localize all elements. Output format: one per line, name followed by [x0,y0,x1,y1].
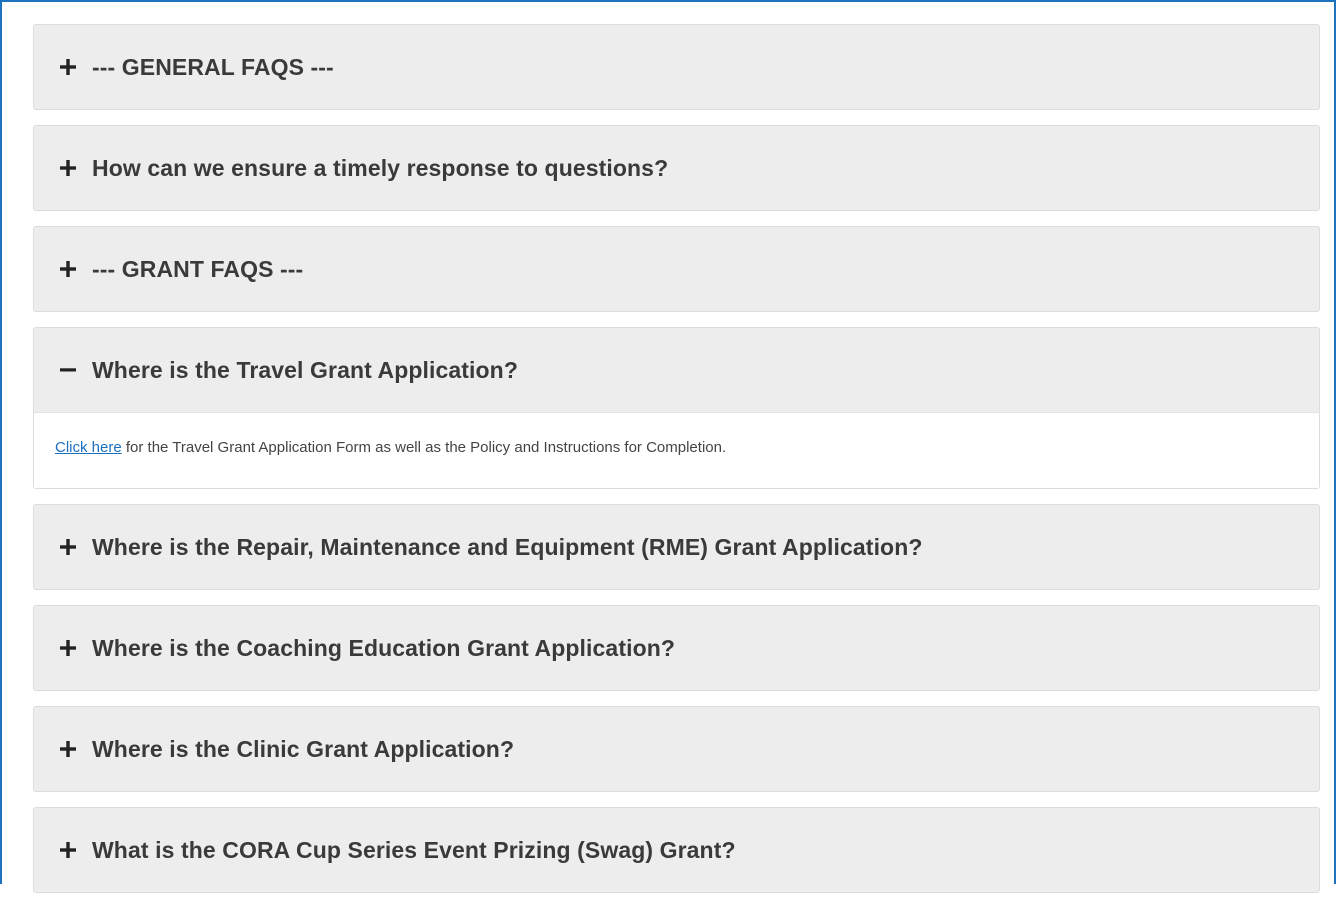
faq-answer: Click here for the Travel Grant Applicat… [34,412,1319,488]
faq-item-grant-faqs: --- GRANT FAQS --- [33,226,1320,312]
plus-icon [56,737,80,761]
faq-title: Where is the Repair, Maintenance and Equ… [92,533,923,560]
plus-icon [56,838,80,862]
faq-title: Where is the Travel Grant Application? [92,356,518,383]
faq-frame: --- GENERAL FAQS --- How can we ensure a… [0,0,1336,893]
faq-item-rme-grant: Where is the Repair, Maintenance and Equ… [33,504,1320,590]
faq-toggle-timely-response[interactable]: How can we ensure a timely response to q… [34,126,1319,210]
faq-accordion: --- GENERAL FAQS --- How can we ensure a… [33,24,1320,908]
faq-item-coaching-grant: Where is the Coaching Education Grant Ap… [33,605,1320,691]
faq-item-travel-grant: Where is the Travel Grant Application? C… [33,327,1320,489]
faq-item-general-faqs: --- GENERAL FAQS --- [33,24,1320,110]
faq-title: Where is the Clinic Grant Application? [92,735,515,762]
plus-icon [56,55,80,79]
faq-item-swag-grant: What is the CORA Cup Series Event Prizin… [33,807,1320,893]
faq-title: What is the CORA Cup Series Event Prizin… [92,836,736,863]
plus-icon [56,636,80,660]
faq-toggle-travel-grant[interactable]: Where is the Travel Grant Application? [34,328,1319,412]
faq-toggle-rme-grant[interactable]: Where is the Repair, Maintenance and Equ… [34,505,1319,589]
faq-title: How can we ensure a timely response to q… [92,154,669,181]
faq-toggle-swag-grant[interactable]: What is the CORA Cup Series Event Prizin… [34,808,1319,892]
faq-item-timely-response: How can we ensure a timely response to q… [33,125,1320,211]
plus-icon [56,535,80,559]
faq-item-clinic-grant: Where is the Clinic Grant Application? [33,706,1320,792]
faq-answer-text: for the Travel Grant Application Form as… [121,439,727,456]
faq-title: --- GENERAL FAQS --- [92,53,334,80]
minus-icon [56,358,80,382]
plus-icon [56,257,80,281]
faq-title: --- GRANT FAQS --- [92,255,304,282]
faq-toggle-grant-faqs[interactable]: --- GRANT FAQS --- [34,227,1319,311]
faq-toggle-clinic-grant[interactable]: Where is the Clinic Grant Application? [34,707,1319,791]
travel-grant-link[interactable]: Click here [55,439,122,456]
faq-toggle-general-faqs[interactable]: --- GENERAL FAQS --- [34,25,1319,109]
plus-icon [56,156,80,180]
faq-title: Where is the Coaching Education Grant Ap… [92,634,676,661]
faq-toggle-coaching-grant[interactable]: Where is the Coaching Education Grant Ap… [34,606,1319,690]
